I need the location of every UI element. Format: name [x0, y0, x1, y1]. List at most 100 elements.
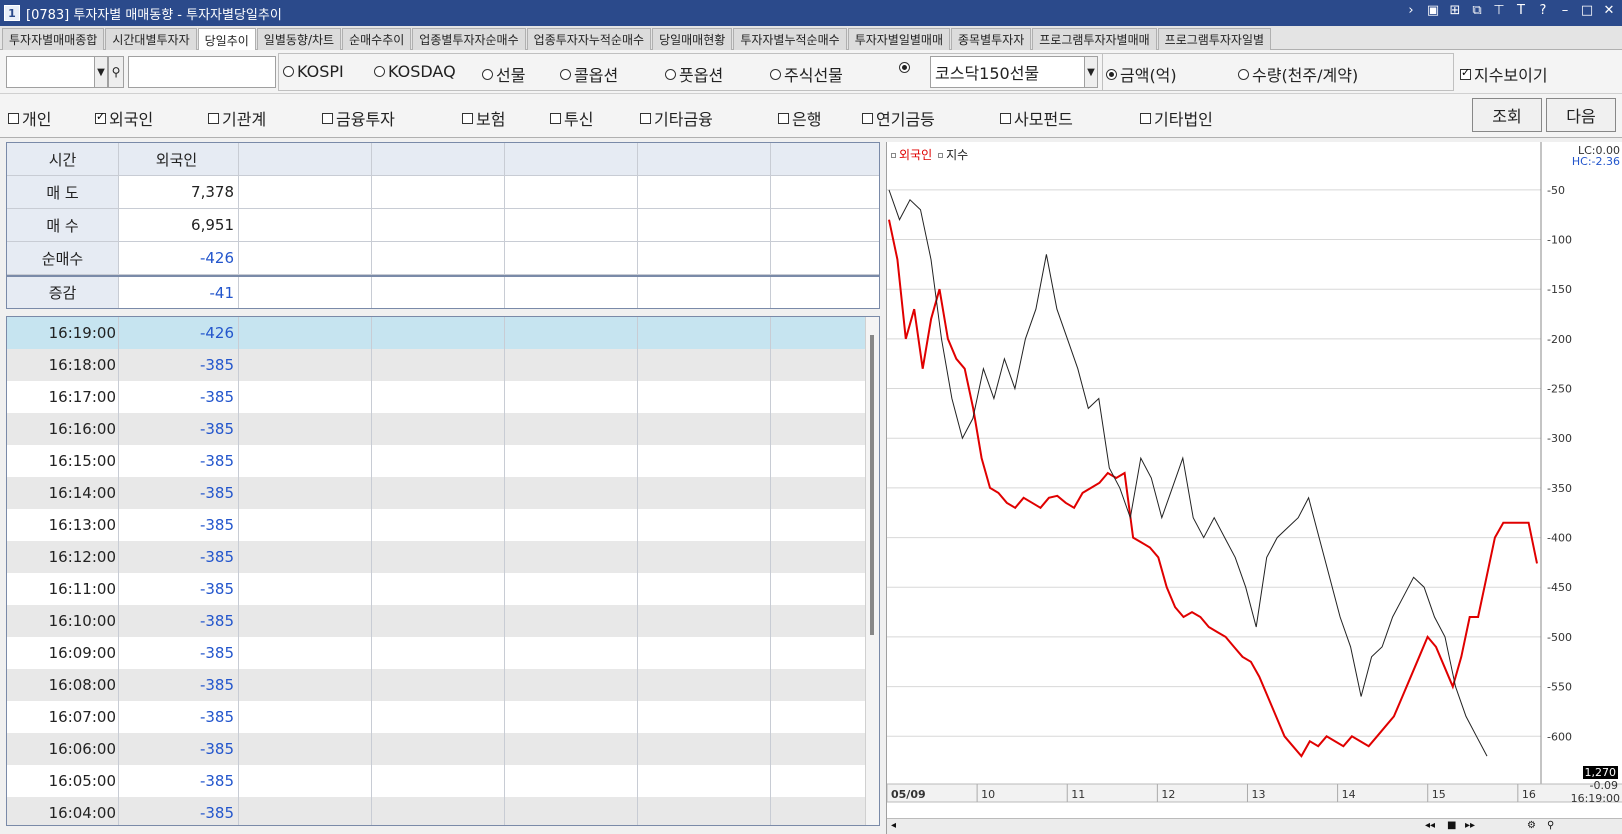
- minimize-icon[interactable]: –: [1558, 3, 1572, 18]
- zoom-icon[interactable]: ⚲: [1547, 820, 1554, 831]
- row-empty-cell: [239, 541, 372, 573]
- last-icon[interactable]: ▸▸: [1465, 820, 1475, 831]
- name-input[interactable]: [128, 56, 276, 88]
- check-pension[interactable]: 연기금등: [862, 106, 935, 130]
- stop-icon[interactable]: ■: [1447, 820, 1456, 831]
- radio-icon: [560, 68, 571, 80]
- check-financial-investment[interactable]: 금융투자: [322, 106, 395, 130]
- window-title: [0783] 투자자별 매매동향 - 투자자별당일추이: [26, 7, 282, 23]
- check-private-fund[interactable]: 사모펀드: [1000, 106, 1073, 130]
- checkbox-icon: [95, 110, 106, 124]
- row-empty-cell: [771, 765, 879, 797]
- tab-1[interactable]: 시간대별투자자: [105, 28, 197, 50]
- first-icon[interactable]: ◂◂: [1425, 820, 1435, 831]
- table-row[interactable]: 16:07:00 -385: [7, 701, 879, 733]
- check-bank[interactable]: 은행: [778, 106, 821, 130]
- row-value: -385: [119, 573, 239, 605]
- pin-icon[interactable]: ⊤: [1492, 3, 1506, 18]
- table-row[interactable]: 16:19:00 -426: [7, 317, 879, 349]
- table-row[interactable]: 16:08:00 -385: [7, 669, 879, 701]
- font-icon[interactable]: T: [1514, 3, 1528, 18]
- code-input[interactable]: [6, 56, 106, 88]
- dropdown-arrow-icon[interactable]: ▼: [94, 56, 108, 88]
- layout-icon[interactable]: ▣: [1426, 3, 1440, 18]
- query-button[interactable]: 조회: [1472, 98, 1542, 132]
- tab-12[interactable]: 프로그램투자자일별: [1157, 28, 1272, 50]
- row-empty-cell: [771, 509, 879, 541]
- radio-label: 콜옵션: [574, 66, 619, 85]
- settings-icon[interactable]: ⚙: [1527, 820, 1536, 831]
- radio-stock-futures[interactable]: 주식선물: [770, 62, 843, 86]
- tab-0[interactable]: 투자자별매매종합: [2, 28, 105, 50]
- check-individual[interactable]: 개인: [8, 106, 51, 130]
- help-icon[interactable]: ?: [1536, 3, 1550, 18]
- maximize-icon[interactable]: □: [1580, 3, 1594, 18]
- row-empty-cell: [638, 349, 771, 381]
- tab-4[interactable]: 순매수추이: [342, 28, 412, 50]
- table-row[interactable]: 16:04:00 -385: [7, 797, 879, 825]
- radio-call-option[interactable]: 콜옵션: [560, 62, 618, 86]
- header-empty: [771, 143, 879, 175]
- chart-plot: -50 -100 -150 -200 -250 -300 -350 -400 -450 -500 -…: [887, 142, 1622, 803]
- table-row[interactable]: 16:13:00 -385: [7, 509, 879, 541]
- row-empty-cell: [239, 669, 372, 701]
- table-row[interactable]: 16:17:00 -385: [7, 381, 879, 413]
- table-row[interactable]: 16:12:00 -385: [7, 541, 879, 573]
- scroll-left-icon[interactable]: ◂: [891, 820, 896, 831]
- radio-icon: [665, 68, 676, 80]
- tab-3[interactable]: 일별동향/차트: [256, 28, 342, 50]
- check-other-corporation[interactable]: 기타법인: [1140, 106, 1213, 130]
- check-investment-trust[interactable]: 투신: [550, 106, 593, 130]
- next-button[interactable]: 다음: [1546, 98, 1616, 132]
- show-index-checkbox[interactable]: 지수보이기: [1460, 62, 1548, 86]
- tab-10[interactable]: 종목별투자자: [951, 28, 1032, 50]
- table-row[interactable]: 16:11:00 -385: [7, 573, 879, 605]
- vertical-scrollbar[interactable]: [865, 317, 879, 825]
- row-empty-cell: [771, 669, 879, 701]
- tab-8[interactable]: 투자자별누적순매수: [733, 28, 847, 50]
- tab-7[interactable]: 당일매매현황: [652, 28, 733, 50]
- x-tick-label: 05/09: [891, 788, 926, 801]
- tab-11[interactable]: 프로그램투자자별매매: [1032, 28, 1157, 50]
- radio-kosdaq150-futures[interactable]: [899, 62, 913, 73]
- check-institution[interactable]: 기관계: [208, 106, 266, 130]
- table-row[interactable]: 16:06:00 -385: [7, 733, 879, 765]
- radio-quantity[interactable]: 수량(천주/계약): [1238, 62, 1358, 86]
- table-row[interactable]: 16:15:00 -385: [7, 445, 879, 477]
- product-select[interactable]: 코스닥150선물: [930, 56, 1098, 88]
- row-value: -385: [119, 413, 239, 445]
- check-insurance[interactable]: 보험: [462, 106, 505, 130]
- y-tick-label: -450: [1547, 581, 1572, 594]
- tab-9[interactable]: 투자자별일별매매: [847, 28, 951, 50]
- check-foreigner[interactable]: 외국인: [95, 106, 153, 130]
- table-row[interactable]: 16:16:00 -385: [7, 413, 879, 445]
- table-row[interactable]: 16:09:00 -385: [7, 637, 879, 669]
- checkbox-icon: [550, 112, 561, 124]
- copy-window-icon[interactable]: ⧉: [1470, 3, 1484, 18]
- table-row[interactable]: 16:14:00 -385: [7, 477, 879, 509]
- table-row[interactable]: 16:10:00 -385: [7, 605, 879, 637]
- chart-scrollbar[interactable]: ◂ ◂◂ ■ ▸▸ ⚙ ⚲: [887, 818, 1622, 834]
- tab-6[interactable]: 업종투자자누적순매수: [526, 28, 652, 50]
- link-icon[interactable]: ⊞: [1448, 3, 1462, 18]
- radio-kospi[interactable]: KOSPI: [283, 62, 344, 81]
- radio-futures[interactable]: 선물: [482, 62, 525, 86]
- check-other-finance[interactable]: 기타금융: [640, 106, 713, 130]
- tab-2[interactable]: 당일추이: [197, 28, 256, 51]
- table-row[interactable]: 16:05:00 -385: [7, 765, 879, 797]
- arrow-right-icon[interactable]: ›: [1404, 3, 1418, 18]
- tab-5[interactable]: 업종별투자자순매수: [412, 28, 526, 50]
- chevron-down-icon[interactable]: ▼: [1084, 56, 1098, 88]
- row-empty-cell: [638, 445, 771, 477]
- summary-empty-cell: [771, 277, 879, 308]
- close-icon[interactable]: ✕: [1602, 3, 1616, 18]
- scrollbar-thumb[interactable]: [870, 335, 874, 635]
- radio-amount[interactable]: 금액(억): [1106, 62, 1177, 86]
- row-value: -426: [119, 317, 239, 349]
- radio-kosdaq[interactable]: KOSDAQ: [374, 62, 456, 81]
- row-empty-cell: [372, 765, 505, 797]
- row-time: 16:19:00: [7, 317, 119, 349]
- radio-put-option[interactable]: 풋옵션: [665, 62, 723, 86]
- search-icon[interactable]: ⚲: [108, 56, 124, 88]
- table-row[interactable]: 16:18:00 -385: [7, 349, 879, 381]
